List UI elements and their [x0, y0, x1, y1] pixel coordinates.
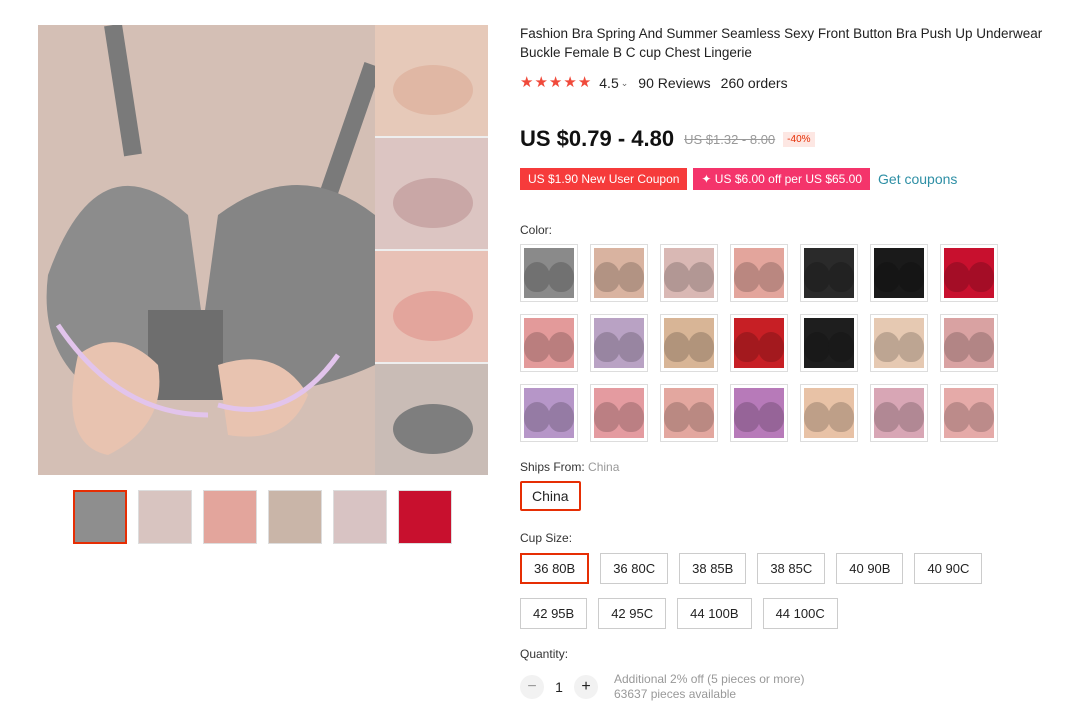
new-user-coupon[interactable]: US $1.90 New User Coupon: [520, 168, 688, 190]
thumbnail-strip: [73, 490, 452, 544]
color-swatch-image: [734, 248, 784, 298]
quantity-stepper: − 1 + Additional 2% off (5 pieces or mor…: [520, 672, 805, 702]
color-swatch[interactable]: [590, 244, 648, 302]
cup-size-option[interactable]: 40 90B: [836, 553, 904, 584]
cup-size-options: 36 80B 36 80C 38 85B 38 85C 40 90B 40 90C 42 9…: [520, 553, 1000, 629]
main-image-illustration: [38, 25, 382, 475]
orders-count: 260 orders: [720, 75, 788, 91]
color-swatch[interactable]: [870, 314, 928, 372]
star-icon: ★: [548, 74, 563, 91]
color-swatch[interactable]: [520, 244, 578, 302]
color-swatch-image: [734, 318, 784, 368]
color-swatch-image: [804, 248, 854, 298]
color-swatch-image: [874, 248, 924, 298]
get-coupons-link[interactable]: Get coupons: [878, 171, 957, 187]
ships-from-label: Ships From:: [520, 460, 585, 474]
color-swatch-image: [524, 248, 574, 298]
color-swatch[interactable]: [590, 314, 648, 372]
color-swatch[interactable]: [800, 244, 858, 302]
cup-size-option[interactable]: 36 80C: [600, 553, 669, 584]
thumbnail[interactable]: [73, 490, 127, 544]
thumbnail[interactable]: [138, 490, 192, 544]
color-swatch-image: [664, 318, 714, 368]
main-product-image[interactable]: [38, 25, 488, 475]
star-icon: ★: [520, 74, 534, 91]
color-swatch-image: [874, 388, 924, 438]
store-coupon[interactable]: ✦ US $6.00 off per US $65.00: [693, 168, 871, 190]
cup-size-option[interactable]: 44 100B: [677, 598, 752, 629]
star-icon: ★: [534, 74, 548, 91]
color-swatch[interactable]: [730, 384, 788, 442]
quantity-info: Additional 2% off (5 pieces or more) 636…: [614, 672, 805, 702]
color-swatch-image: [944, 248, 994, 298]
quantity-value[interactable]: 1: [544, 679, 574, 695]
color-swatch[interactable]: [520, 314, 578, 372]
color-swatch[interactable]: [730, 314, 788, 372]
thumbnail[interactable]: [268, 490, 322, 544]
chevron-down-icon[interactable]: ⌄: [621, 78, 629, 89]
thumbnail[interactable]: [203, 490, 257, 544]
color-swatch[interactable]: [800, 314, 858, 372]
rating-row: ★ ★ ★ ★ ★ 4.5 ⌄ 90 Reviews 260 orders: [520, 75, 788, 92]
bulk-discount-note: Additional 2% off (5 pieces or more): [614, 672, 805, 686]
ships-from-row: Ships From: China: [520, 460, 619, 474]
color-swatch-image: [804, 388, 854, 438]
cup-size-option[interactable]: 42 95B: [520, 598, 588, 629]
cup-size-option[interactable]: 42 95C: [598, 598, 667, 629]
ships-from-value: China: [588, 460, 620, 474]
color-swatch-image: [664, 248, 714, 298]
increase-quantity-button[interactable]: +: [574, 675, 598, 699]
color-swatch-image: [874, 318, 924, 368]
main-image-variants: [375, 25, 488, 475]
color-swatch-grid: [520, 244, 998, 442]
cup-size-option[interactable]: 38 85C: [757, 553, 826, 584]
main-image-model: [38, 25, 382, 475]
color-swatch[interactable]: [520, 384, 578, 442]
star-icon: ★: [577, 74, 592, 91]
current-price: US $0.79 - 4.80: [520, 126, 675, 151]
color-swatch-image: [804, 318, 854, 368]
color-swatch-image: [524, 388, 574, 438]
thumbnail[interactable]: [333, 490, 387, 544]
color-swatch-image: [944, 388, 994, 438]
color-swatch-image: [664, 388, 714, 438]
cup-size-label: Cup Size:: [520, 531, 573, 545]
discount-badge: -40%: [783, 131, 815, 147]
color-swatch[interactable]: [870, 384, 928, 442]
rating-stars: ★ ★ ★ ★ ★: [520, 75, 591, 91]
color-swatch[interactable]: [590, 384, 648, 442]
rating-value[interactable]: 4.5: [599, 75, 618, 91]
pieces-available: 63637 pieces available: [614, 687, 737, 701]
star-icon: ★: [563, 74, 577, 91]
color-swatch-image: [734, 388, 784, 438]
cup-size-option[interactable]: 44 100C: [762, 598, 838, 629]
color-swatch[interactable]: [870, 244, 928, 302]
price-row: US $0.79 - 4.80 US $1.32 - 8.00 -40%: [520, 126, 815, 152]
cup-size-option[interactable]: 36 80B: [520, 553, 590, 584]
cup-size-option[interactable]: 40 90C: [914, 553, 983, 584]
color-swatch-image: [594, 388, 644, 438]
color-swatch[interactable]: [800, 384, 858, 442]
color-swatch[interactable]: [730, 244, 788, 302]
color-swatch[interactable]: [660, 314, 718, 372]
reviews-link[interactable]: 90 Reviews: [638, 75, 710, 91]
ships-from-option[interactable]: China: [520, 481, 581, 511]
color-swatch-image: [594, 248, 644, 298]
color-swatch[interactable]: [660, 384, 718, 442]
decrease-quantity-button[interactable]: −: [520, 675, 544, 699]
color-swatch[interactable]: [660, 244, 718, 302]
cup-size-option[interactable]: 38 85B: [679, 553, 747, 584]
color-swatch[interactable]: [940, 244, 998, 302]
color-swatch-image: [944, 318, 994, 368]
thumbnail[interactable]: [398, 490, 452, 544]
coupon-row: US $1.90 New User Coupon ✦ US $6.00 off …: [520, 168, 957, 190]
color-label: Color:: [520, 223, 553, 237]
color-swatch-image: [524, 318, 574, 368]
product-title: Fashion Bra Spring And Summer Seamless S…: [520, 26, 1043, 60]
color-swatch-image: [594, 318, 644, 368]
color-swatch[interactable]: [940, 384, 998, 442]
original-price: US $1.32 - 8.00: [684, 131, 776, 147]
color-swatch[interactable]: [940, 314, 998, 372]
quantity-label: Quantity:: [520, 647, 569, 661]
